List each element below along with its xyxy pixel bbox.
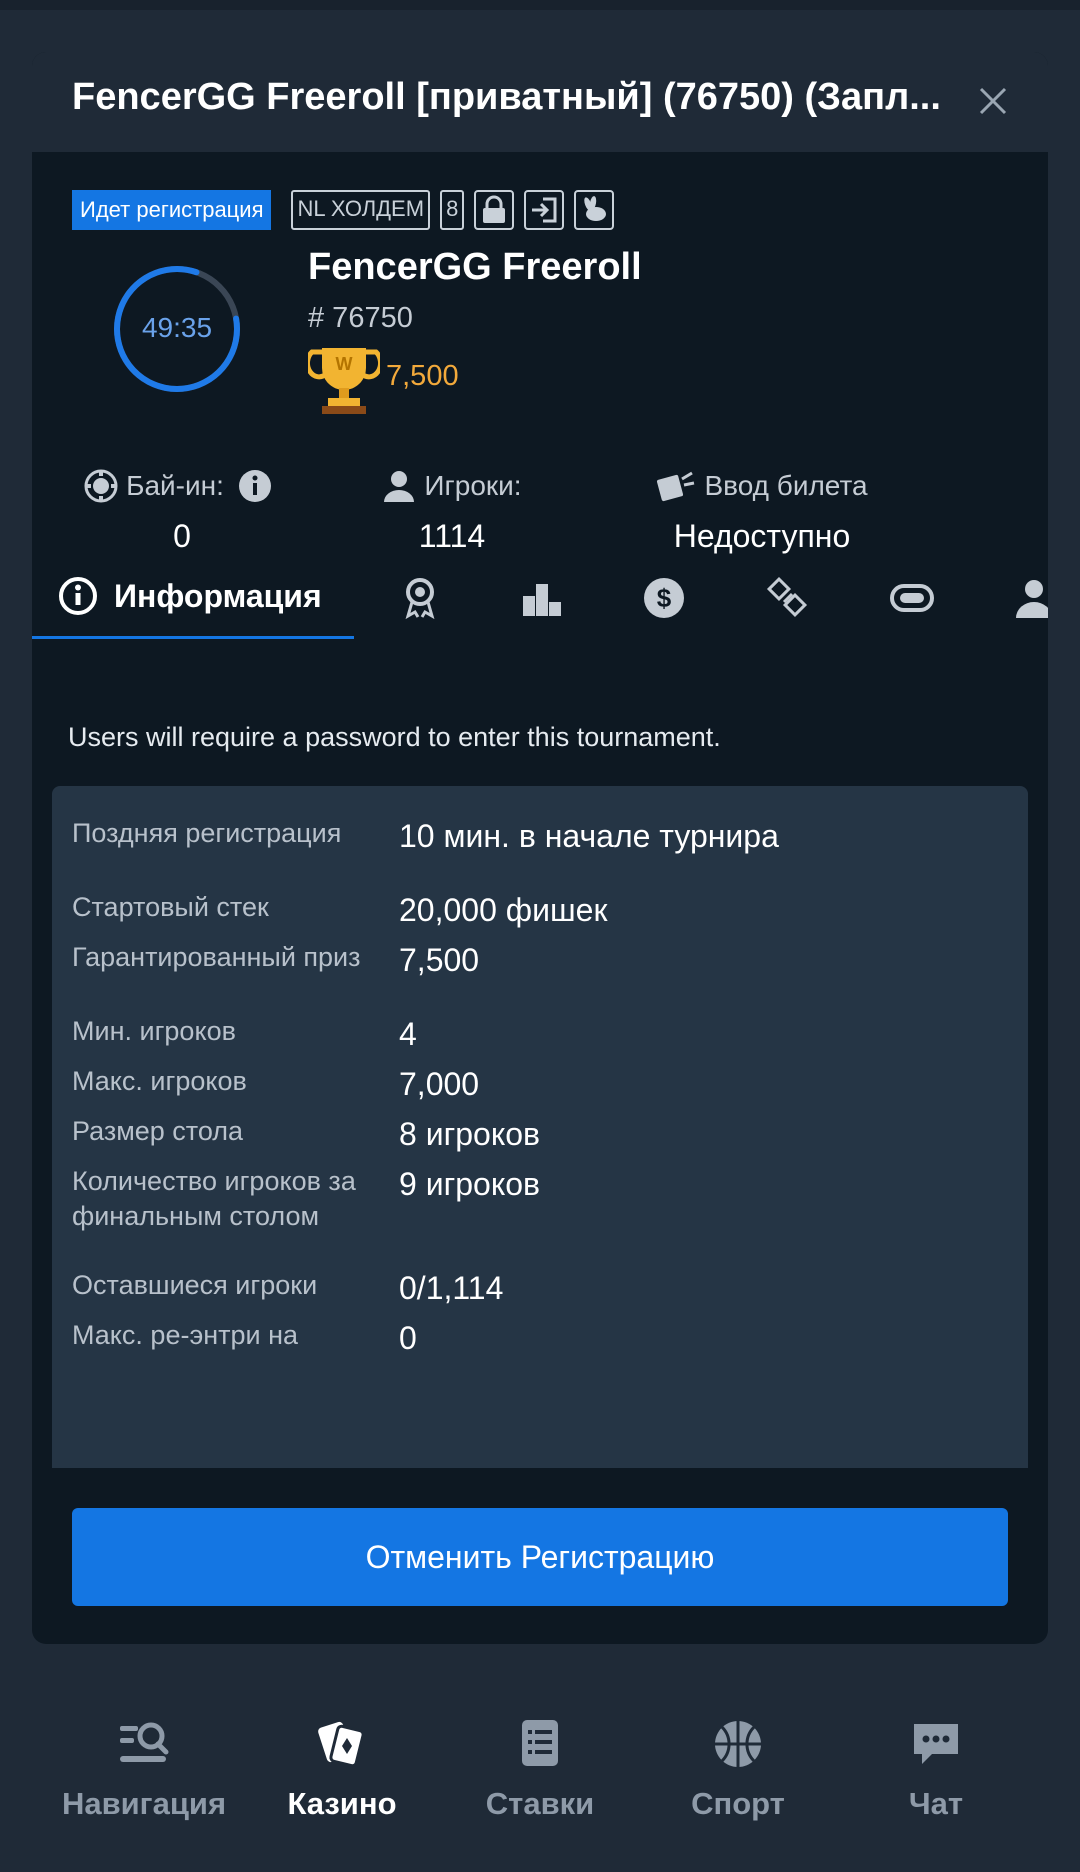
detail-value: 9 игроков xyxy=(399,1166,540,1202)
trophy-icon: W xyxy=(308,348,380,414)
nav-label: Казино xyxy=(287,1786,397,1821)
chip-icon xyxy=(84,469,118,503)
sport-ball-icon xyxy=(715,1721,761,1767)
nav-label: Спорт xyxy=(691,1786,785,1821)
detail-label: Макс. ре-энтри на xyxy=(72,1320,299,1350)
detail-label: Количество игроков за финальным столом xyxy=(72,1166,356,1231)
ticket-stat: Ввод билета Недоступно xyxy=(642,466,882,555)
svg-text:$: $ xyxy=(657,583,672,613)
info-icon[interactable] xyxy=(238,469,272,503)
detail-label: Гарантированный приз xyxy=(72,942,361,972)
detail-value: 7,500 xyxy=(399,942,480,978)
ticket-icon xyxy=(657,471,695,502)
close-button[interactable] xyxy=(968,76,1018,126)
speed-badge xyxy=(574,190,615,230)
lock-badge xyxy=(474,190,515,230)
buyin-value: 0 xyxy=(173,518,191,554)
tab-tables-icon[interactable] xyxy=(890,576,934,620)
navigation-search-icon xyxy=(120,1722,169,1762)
ticket-value: Недоступно xyxy=(673,518,851,554)
casino-cards-icon xyxy=(318,1721,365,1768)
players-stat: Игроки: 1114 xyxy=(362,466,542,555)
modal-header: FencerGG Freeroll [приватный] (76750) (З… xyxy=(32,52,1048,152)
enter-icon xyxy=(532,197,557,223)
detail-value: 7,000 xyxy=(399,1066,480,1102)
tab-info[interactable]: Информация xyxy=(58,576,322,616)
nav-item-navigation[interactable]: Навигация xyxy=(36,1680,252,1872)
detail-label: Стартовый стек xyxy=(72,892,269,922)
late-entry-badge xyxy=(524,190,565,230)
modal-title: FencerGG Freeroll [приватный] (76750) (З… xyxy=(72,76,941,118)
bets-list-icon xyxy=(522,1720,558,1766)
details-panel: Поздняя регистрация 10 мин. в начале тур… xyxy=(52,786,1028,1468)
buyin-label: Бай-ин: xyxy=(126,470,224,501)
nav-label: Ставки xyxy=(485,1786,595,1821)
registration-badge: Идет регистрация xyxy=(72,190,272,230)
tournament-id: # 76750 xyxy=(308,302,413,334)
tab-bar: Информация $ xyxy=(32,560,1048,702)
detail-value: 0/1,114 xyxy=(399,1270,504,1306)
tournament-name: FencerGG Freeroll xyxy=(308,246,642,288)
players-label: Игроки: xyxy=(424,470,522,501)
tab-blinds-structure-icon[interactable] xyxy=(766,576,810,620)
detail-label: Размер стола xyxy=(72,1116,244,1146)
game-type-badge: NL ХОЛДЕМ xyxy=(291,190,431,230)
detail-value: 4 xyxy=(399,1016,417,1052)
detail-value: 8 игроков xyxy=(399,1116,540,1152)
buyin-stat: Бай-ин: 0 xyxy=(72,466,292,555)
detail-value: 0 xyxy=(399,1320,417,1356)
detail-value: 20,000 фишек xyxy=(399,892,608,928)
tab-payouts-dollar-icon[interactable]: $ xyxy=(642,576,686,620)
rabbit-icon xyxy=(584,196,607,221)
timer-text: 49:35 xyxy=(141,312,213,343)
detail-label: Поздняя регистрация xyxy=(72,818,342,848)
table-size-badge: 8 xyxy=(440,190,465,230)
detail-value: 10 мин. в начале турнира xyxy=(399,818,779,854)
players-value: 1114 xyxy=(418,518,486,554)
nav-label: Чат xyxy=(908,1786,964,1821)
info-circle-icon xyxy=(59,577,97,615)
cancel-registration-button[interactable]: Отменить Регистрацию xyxy=(72,1508,1008,1606)
ticket-label: Ввод билета xyxy=(704,470,868,501)
tab-active-indicator xyxy=(32,636,354,639)
nav-item-bets[interactable]: Ставки xyxy=(432,1680,648,1872)
nav-label: Навигация xyxy=(61,1786,227,1821)
nav-item-chat[interactable]: Чат xyxy=(828,1680,1044,1872)
bottom-navigation: Навигация Казино Ставки Спорт Чат xyxy=(0,1680,1080,1872)
tab-players-user-icon[interactable] xyxy=(1012,576,1048,620)
status-strip xyxy=(0,0,1080,10)
detail-label: Оставшиеся игроки xyxy=(72,1270,318,1300)
detail-label: Макс. игроков xyxy=(72,1066,247,1096)
close-icon xyxy=(979,87,1007,115)
prize-amount: 7,500 xyxy=(386,360,459,392)
tab-leaderboard-podium-icon[interactable] xyxy=(520,576,564,620)
tournament-modal: FencerGG Freeroll [приватный] (76750) (З… xyxy=(32,52,1048,1644)
chat-bubble-icon xyxy=(914,1724,958,1764)
user-icon xyxy=(384,471,415,502)
badges-row: Идет регистрация NL ХОЛДЕМ 8 xyxy=(72,190,624,230)
nav-item-casino[interactable]: Казино xyxy=(234,1680,450,1872)
tab-prizes-award-icon[interactable] xyxy=(398,576,442,620)
tab-info-label: Информация xyxy=(114,577,322,614)
detail-label: Мин. игроков xyxy=(72,1016,236,1046)
lock-icon xyxy=(483,195,506,223)
svg-text:W: W xyxy=(336,354,353,374)
password-note: Users will require a password to enter t… xyxy=(68,722,721,752)
nav-item-sport[interactable]: Спорт xyxy=(630,1680,846,1872)
